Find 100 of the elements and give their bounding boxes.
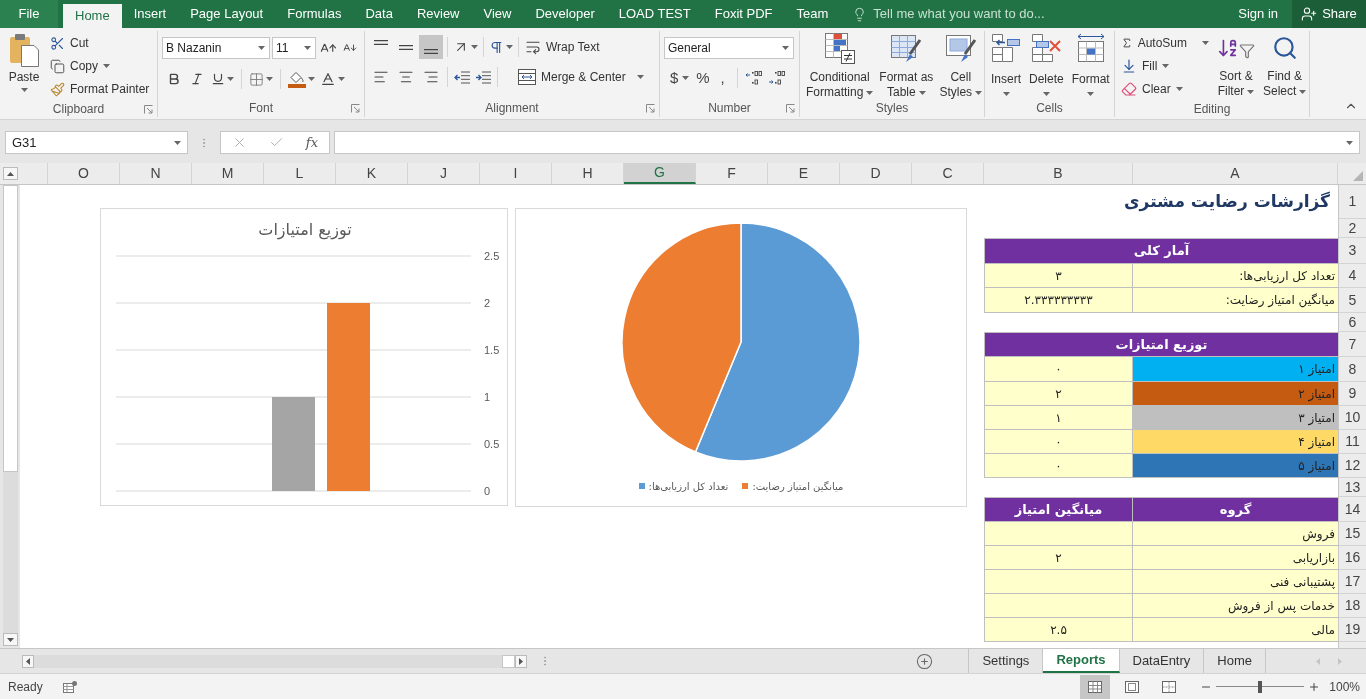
delete-cells-button[interactable]: Delete <box>1027 31 1066 99</box>
row-header[interactable]: 3 <box>1339 238 1366 264</box>
scroll-left-button[interactable] <box>22 654 34 668</box>
copy-button[interactable]: Copy <box>48 55 152 77</box>
row-header[interactable]: 18 <box>1339 594 1366 618</box>
sign-in-link[interactable]: Sign in <box>1228 0 1288 28</box>
column-header[interactable]: I <box>480 163 552 184</box>
column-header[interactable]: L <box>264 163 336 184</box>
table-cell: میانگین امتیاز رضایت: <box>1133 288 1338 313</box>
ribbon-tab[interactable]: Home <box>63 4 122 28</box>
row-header[interactable]: 5 <box>1339 288 1366 313</box>
sheet-tab[interactable]: Reports <box>1043 649 1120 673</box>
wrap-text-button[interactable]: Wrap Text <box>523 36 602 58</box>
percent-button[interactable]: % <box>694 67 712 89</box>
row-header[interactable]: 19 <box>1339 618 1366 642</box>
zoom-slider[interactable] <box>1216 680 1304 693</box>
scroll-down-button[interactable] <box>2 633 18 646</box>
table-cell: ۰ <box>984 430 1133 454</box>
row-header[interactable]: 6 <box>1339 313 1366 332</box>
scrollbar-thumb[interactable] <box>2 185 18 472</box>
table-brush-icon <box>890 32 923 64</box>
ribbon-tab[interactable]: Page Layout <box>178 0 276 28</box>
column-header[interactable]: F <box>696 163 768 184</box>
row-header[interactable]: 11 <box>1339 430 1366 454</box>
view-button[interactable] <box>1080 674 1110 699</box>
format-painter-button[interactable]: Format Painter <box>48 78 152 100</box>
row-header[interactable]: 16 <box>1339 546 1366 570</box>
column-header[interactable]: D <box>840 163 912 184</box>
ribbon-tab[interactable]: Foxit PDF <box>702 0 785 28</box>
ribbon-tab[interactable]: File <box>0 0 58 28</box>
row-header[interactable]: 15 <box>1339 522 1366 546</box>
find-select-button[interactable]: Find & Select <box>1261 31 1309 99</box>
format-as-table-button[interactable]: Format as Table <box>877 31 936 99</box>
ribbon-tab[interactable]: Insert <box>121 0 179 28</box>
format-cells-button[interactable]: Format <box>1069 31 1112 99</box>
row-header[interactable]: 4 <box>1339 264 1366 288</box>
paste-button[interactable]: Paste <box>4 31 44 97</box>
column-header[interactable]: G <box>624 163 696 184</box>
comma-style-button[interactable]: , <box>714 67 731 89</box>
ribbon-tab[interactable]: LOAD TEST <box>606 0 703 28</box>
row-header[interactable]: 8 <box>1339 357 1366 382</box>
ribbon-tab[interactable]: Data <box>353 0 405 28</box>
corner-arrow-icon[interactable] <box>646 104 655 113</box>
row-header[interactable]: 13 <box>1339 478 1366 497</box>
font-name-dropdown[interactable]: B Nazanin <box>162 37 270 59</box>
insert-function-button[interactable]: fx <box>305 132 318 153</box>
scrollbar-thumb[interactable] <box>502 654 515 668</box>
ribbon-tab[interactable]: Formulas <box>275 0 354 28</box>
ribbon-tab[interactable]: Team <box>784 0 841 28</box>
number-format-dropdown[interactable]: General <box>664 37 794 59</box>
tell-me-field[interactable]: Tell me what you want to do... <box>873 4 1084 24</box>
zoom-in-icon[interactable] <box>1308 680 1320 693</box>
corner-arrow-icon[interactable] <box>786 104 795 113</box>
conditional-formatting-button[interactable]: Conditional Formatting <box>804 31 876 99</box>
ribbon-tab[interactable]: View <box>471 0 524 28</box>
column-header[interactable]: N <box>120 163 192 184</box>
column-header[interactable]: J <box>408 163 480 184</box>
row-header[interactable]: 17 <box>1339 570 1366 594</box>
fill-button[interactable]: Fill <box>1119 55 1211 77</box>
row-header[interactable]: 7 <box>1339 332 1366 357</box>
clear-button[interactable]: Clear <box>1119 78 1211 100</box>
caret-icon <box>1087 92 1095 96</box>
share-button[interactable]: Share <box>1292 0 1366 28</box>
name-box[interactable]: G31 <box>5 131 188 154</box>
column-header[interactable]: A <box>1133 163 1338 184</box>
scroll-up-button[interactable] <box>2 167 18 180</box>
row-header[interactable]: 2 <box>1339 219 1366 238</box>
scroll-right-button[interactable] <box>515 654 527 668</box>
currency-button[interactable]: $ <box>668 67 692 89</box>
insert-cells-button[interactable]: Insert <box>989 31 1023 99</box>
caret-icon <box>1002 92 1010 96</box>
corner-arrow-icon[interactable] <box>351 104 360 113</box>
column-header[interactable]: M <box>192 163 264 184</box>
align-bottom-button[interactable] <box>419 35 443 59</box>
column-header[interactable]: B <box>984 163 1133 184</box>
axis-tick-label: 2.5 <box>484 250 500 262</box>
sort-filter-button[interactable]: Sort & Filter <box>1215 31 1257 99</box>
table-dot-icon[interactable] <box>62 680 77 693</box>
plus-circle-icon[interactable] <box>916 652 934 670</box>
ribbon-tab[interactable]: Review <box>404 0 472 28</box>
column-header[interactable]: E <box>768 163 840 184</box>
merge-center-button[interactable]: Merge & Center <box>516 66 646 88</box>
caret-icon <box>1175 87 1183 91</box>
row-header[interactable]: 14 <box>1339 497 1366 522</box>
row-header[interactable]: 9 <box>1339 382 1366 406</box>
column-header[interactable]: K <box>336 163 408 184</box>
ribbon-tab[interactable]: Developer <box>523 0 607 28</box>
caret-icon <box>338 77 345 81</box>
row-header[interactable]: 10 <box>1339 406 1366 430</box>
column-header[interactable]: O <box>48 163 120 184</box>
cut-button[interactable]: Cut <box>48 32 152 54</box>
corner-arrow-icon[interactable] <box>144 105 153 114</box>
autosum-button[interactable]: AutoSum <box>1119 32 1211 54</box>
font-size-dropdown[interactable]: 11 <box>272 37 316 59</box>
row-header[interactable]: 12 <box>1339 454 1366 478</box>
column-header[interactable]: C <box>912 163 984 184</box>
formula-field[interactable] <box>334 131 1360 154</box>
row-header[interactable]: 1 <box>1339 185 1366 219</box>
slider-thumb[interactable] <box>1258 680 1262 693</box>
cell-styles-button[interactable]: Cell Styles <box>937 31 985 99</box>
